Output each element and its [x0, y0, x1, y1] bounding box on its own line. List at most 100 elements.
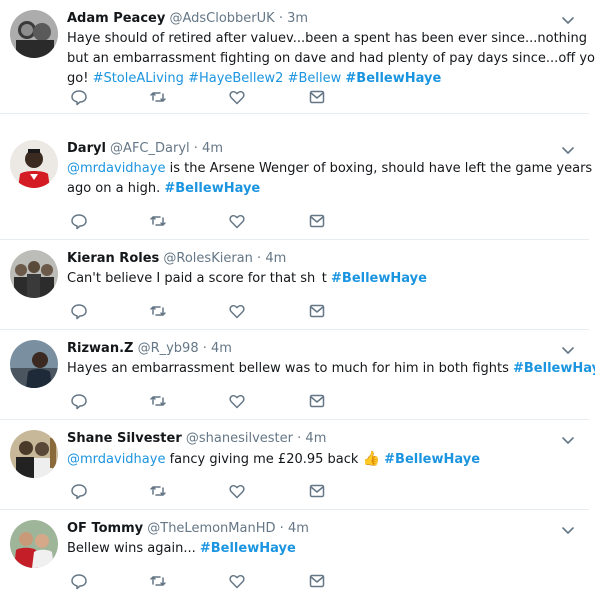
- hashtag-link[interactable]: #BellewHaye: [384, 452, 480, 467]
- reply-icon[interactable]: [70, 482, 88, 500]
- hashtag-link[interactable]: #BellewHaye: [513, 361, 595, 376]
- tweet-text: @mrdavidhaye fancy giving me £20.95 back…: [67, 449, 579, 470]
- tweet-text-line: Hayes an embarrassment bellew was to muc…: [67, 359, 595, 379]
- tweet-text-line: ago on a high. #BellewHaye: [67, 179, 579, 199]
- chevron-down-icon[interactable]: [561, 142, 575, 156]
- separator-dot: ·: [202, 341, 207, 356]
- chevron-down-icon[interactable]: [561, 432, 575, 446]
- tweet-text-segment: is the Arsene Wenger of boxing, should h…: [165, 161, 593, 176]
- retweet-icon[interactable]: [149, 392, 167, 410]
- user-name[interactable]: OF Tommy: [67, 521, 143, 536]
- separator-dot: ·: [279, 521, 284, 536]
- avatar[interactable]: [10, 250, 58, 298]
- separator-dot: ·: [278, 11, 283, 26]
- tweet-text-segment: but an embarrassment fighting on dave an…: [67, 51, 595, 66]
- retweet-icon[interactable]: [149, 572, 167, 590]
- tweet-text-segment: go!: [67, 71, 93, 86]
- tweet-text-line: Can't believe I paid a score for that sh…: [67, 269, 579, 289]
- tweet-header: Rizwan.Z @R_yb98 · 4m: [67, 340, 569, 358]
- hashtag-link[interactable]: #BellewHaye: [331, 271, 427, 286]
- tweet[interactable]: OF Tommy @TheLemonManHD · 4m Bellew wins…: [0, 510, 589, 596]
- hashtag-link[interactable]: #BellewHaye: [164, 181, 260, 196]
- direct-message-icon[interactable]: [308, 88, 326, 106]
- tweet[interactable]: Shane Silvester @shanesilvester · 4m @mr…: [0, 420, 589, 510]
- tweet-timeline: Adam Peacey @AdsClobberUK · 3m Haye shou…: [0, 0, 595, 596]
- thumbs-up-emoji: 👍: [362, 451, 381, 467]
- mention-link[interactable]: @mrdavidhaye: [67, 161, 165, 176]
- tweet-header: Daryl @AFC_Daryl · 4m: [67, 140, 569, 158]
- tweet[interactable]: Kieran Roles @RolesKieran · 4m Can't bel…: [0, 240, 589, 330]
- user-handle[interactable]: @AFC_Daryl: [110, 141, 190, 156]
- like-icon[interactable]: [228, 392, 246, 410]
- timestamp[interactable]: 4m: [288, 521, 309, 536]
- direct-message-icon[interactable]: [308, 392, 326, 410]
- tweet[interactable]: Rizwan.Z @R_yb98 · 4m Hayes an embarrass…: [0, 330, 595, 420]
- user-name[interactable]: Kieran Roles: [67, 251, 159, 266]
- timestamp[interactable]: 4m: [211, 341, 232, 356]
- retweet-icon[interactable]: [149, 212, 167, 230]
- hashtag-link[interactable]: #BellewHaye: [345, 71, 441, 86]
- user-handle[interactable]: @shanesilvester: [186, 431, 293, 446]
- like-icon[interactable]: [228, 212, 246, 230]
- hashtag-link[interactable]: #StoleALiving: [93, 71, 184, 86]
- reply-icon[interactable]: [70, 572, 88, 590]
- user-name[interactable]: Adam Peacey: [67, 11, 165, 26]
- like-icon[interactable]: [228, 302, 246, 320]
- tweet-text-line: go! #StoleALiving #HayeBellew2 #Bellew #…: [67, 69, 579, 89]
- hashtag-link[interactable]: #Bellew: [288, 71, 342, 86]
- like-icon[interactable]: [228, 482, 246, 500]
- tweet-actions: [70, 302, 350, 320]
- tweet-text: Haye should of retired after valuev...be…: [67, 29, 595, 89]
- tweet-text: Bellew wins again... #BellewHaye: [67, 539, 579, 559]
- chevron-down-icon[interactable]: [561, 12, 575, 26]
- like-icon[interactable]: [228, 572, 246, 590]
- separator-dot: ·: [257, 251, 262, 266]
- timestamp[interactable]: 4m: [265, 251, 286, 266]
- reply-icon[interactable]: [70, 302, 88, 320]
- tweet-actions: [70, 392, 350, 410]
- tweet-actions: [70, 88, 350, 106]
- tweet-text-segment: Can't believe I paid a score for that sh: [67, 271, 316, 286]
- user-handle[interactable]: @TheLemonManHD: [147, 521, 275, 536]
- timestamp[interactable]: 3m: [287, 11, 308, 26]
- avatar[interactable]: [10, 340, 58, 388]
- user-name[interactable]: Daryl: [67, 141, 106, 156]
- chevron-down-icon[interactable]: [561, 342, 575, 356]
- reply-icon[interactable]: [70, 212, 88, 230]
- avatar[interactable]: [10, 140, 58, 188]
- user-handle[interactable]: @RolesKieran: [163, 251, 252, 266]
- avatar[interactable]: [10, 430, 58, 478]
- hashtag-link[interactable]: #HayeBellew2: [188, 71, 283, 86]
- mention-link[interactable]: @mrdavidhaye: [67, 452, 165, 467]
- tweet-actions: [70, 482, 350, 500]
- tweet-text-line: @mrdavidhaye fancy giving me £20.95 back…: [67, 449, 579, 470]
- avatar[interactable]: [10, 520, 58, 568]
- avatar[interactable]: [10, 10, 58, 58]
- chevron-down-icon[interactable]: [561, 522, 575, 536]
- timestamp[interactable]: 4m: [202, 141, 223, 156]
- tweet-text-segment: ago on a high.: [67, 181, 165, 196]
- reply-icon[interactable]: [70, 392, 88, 410]
- user-name[interactable]: Rizwan.Z: [67, 341, 133, 356]
- retweet-icon[interactable]: [149, 302, 167, 320]
- user-name[interactable]: Shane Silvester: [67, 431, 182, 446]
- direct-message-icon[interactable]: [308, 302, 326, 320]
- reply-icon[interactable]: [70, 88, 88, 106]
- tweet[interactable]: Daryl @AFC_Daryl · 4m @mrdavidhaye is th…: [0, 130, 593, 240]
- user-handle[interactable]: @AdsClobberUK: [169, 11, 274, 26]
- direct-message-icon[interactable]: [308, 212, 326, 230]
- timestamp[interactable]: 4m: [305, 431, 326, 446]
- hashtag-link[interactable]: #BellewHaye: [200, 541, 296, 556]
- retweet-icon[interactable]: [149, 482, 167, 500]
- tweet[interactable]: Adam Peacey @AdsClobberUK · 3m Haye shou…: [0, 0, 595, 114]
- user-handle[interactable]: @R_yb98: [138, 341, 199, 356]
- tweet-text-segment: Hayes an embarrassment bellew was to muc…: [67, 361, 513, 376]
- tweet-text: Hayes an embarrassment bellew was to muc…: [67, 359, 595, 379]
- tweet-text-line: Bellew wins again... #BellewHaye: [67, 539, 579, 559]
- direct-message-icon[interactable]: [308, 572, 326, 590]
- tweet-text-line: Haye should of retired after valuev...be…: [67, 29, 587, 49]
- retweet-icon[interactable]: [149, 88, 167, 106]
- tweet-text-line: but an embarrassment fighting on dave an…: [67, 49, 595, 69]
- direct-message-icon[interactable]: [308, 482, 326, 500]
- like-icon[interactable]: [228, 88, 246, 106]
